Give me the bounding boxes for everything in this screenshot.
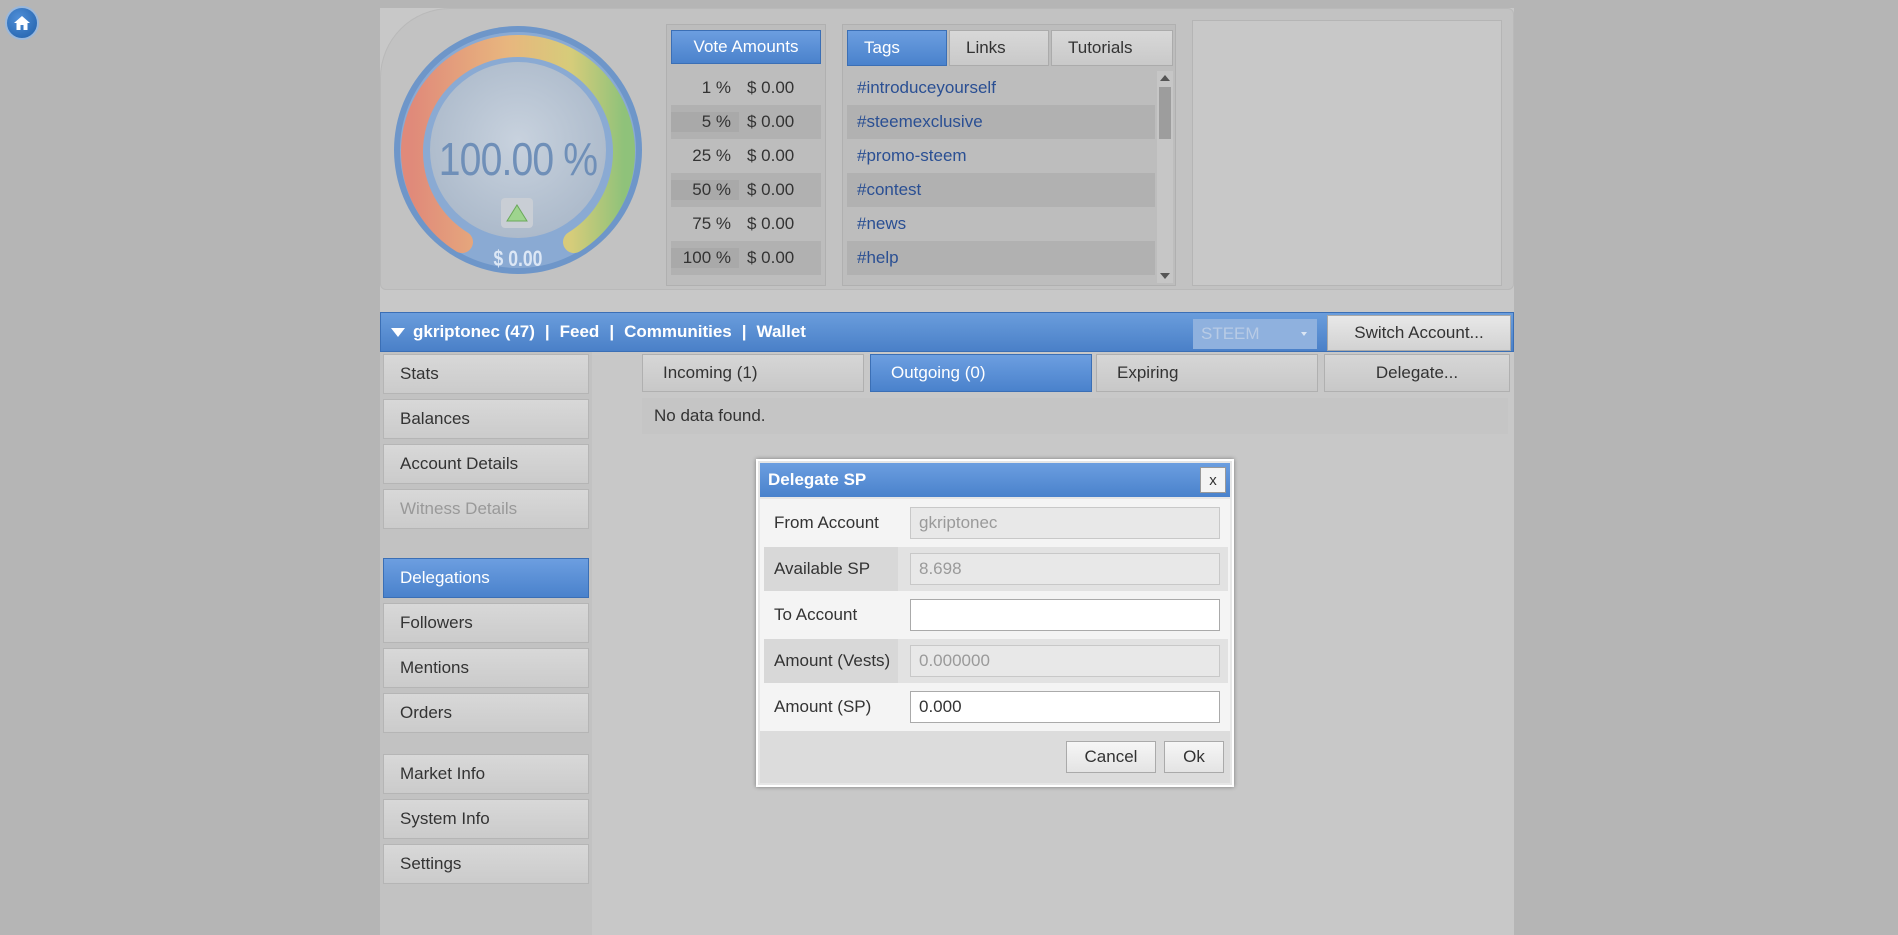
vote-percent: 5 % (671, 112, 739, 132)
home-button[interactable] (5, 6, 39, 40)
sidebar-item-delegations[interactable]: Delegations (383, 558, 589, 598)
vote-amount: $ 0.00 (747, 180, 795, 199)
preview-panel (1192, 20, 1502, 286)
sidebar: Stats Balances Account Details Witness D… (380, 352, 592, 935)
vote-amount-row: 50 % $ 0.00 (671, 173, 821, 207)
tag-link[interactable]: #contest (847, 173, 1155, 207)
amount-sp-row: Amount (SP) 0.000 (764, 685, 1228, 729)
sidebar-item-followers[interactable]: Followers (383, 603, 589, 643)
caret-down-icon[interactable] (391, 327, 405, 337)
sidebar-item-system-info[interactable]: System Info (383, 799, 589, 839)
available-sp-label: Available SP (764, 547, 898, 591)
vote-amounts-list: 1 % $ 0.00 5 % $ 0.00 25 % $ 0.00 50 % $ 0.0… (671, 71, 821, 275)
scroll-down-icon[interactable] (1160, 273, 1170, 279)
vote-amount-row: 75 % $ 0.00 (671, 207, 821, 241)
tag-list-scrollbar[interactable] (1157, 71, 1173, 283)
tag-link[interactable]: #news (847, 207, 1155, 241)
tab-expiring[interactable]: Expiring (1096, 354, 1318, 392)
vote-up-button[interactable] (501, 198, 533, 228)
chevron-down-icon (1301, 332, 1307, 336)
tag-link[interactable]: #promo-steem (847, 139, 1155, 173)
vote-percent: 75 % (692, 214, 731, 233)
tab-tags[interactable]: Tags (847, 30, 947, 66)
dialog-footer: Cancel Ok (760, 731, 1230, 783)
amount-sp-input[interactable]: 0.000 (910, 691, 1220, 723)
tag-link[interactable]: #help (847, 241, 1155, 275)
dialog-body: From Account gkriptonec Available SP 8.6… (760, 499, 1230, 731)
home-icon (14, 16, 30, 30)
tab-incoming[interactable]: Incoming (1) (642, 354, 864, 392)
vote-amounts-panel: Vote Amounts 1 % $ 0.00 5 % $ 0.00 25 % $ 0… (666, 24, 826, 286)
from-account-label: From Account (774, 513, 879, 532)
nav-account-link[interactable]: gkriptonec (47) (413, 322, 535, 342)
vote-value-dollars: $ 0.00 (493, 246, 543, 271)
top-panel: 100.00 % $ 0.00 Vote Amounts 1 % $ 0.00 5… (380, 8, 1514, 290)
nav-separator: | (609, 322, 615, 341)
delegate-sp-dialog: Delegate SP x From Account gkriptonec Av… (756, 459, 1234, 787)
sidebar-item-balances[interactable]: Balances (383, 399, 589, 439)
nav-wallet-link[interactable]: Wallet (757, 322, 806, 342)
tag-link[interactable]: #introduceyourself (847, 71, 1155, 105)
vote-percent: 1 % (701, 78, 731, 97)
vote-amount-row: 1 % $ 0.00 (671, 71, 821, 105)
sidebar-item-mentions[interactable]: Mentions (383, 648, 589, 688)
delegate-button[interactable]: Delegate... (1324, 354, 1510, 392)
available-sp-row: Available SP 8.698 (764, 547, 1228, 591)
account-nav-bar: gkriptonec (47) | Feed | Communities | W… (380, 312, 1514, 352)
voting-power-value: 100.00 % (438, 133, 598, 185)
triangle-up-icon (506, 204, 528, 222)
sidebar-item-market-info[interactable]: Market Info (383, 754, 589, 794)
vote-amount-row: 25 % $ 0.00 (671, 139, 821, 173)
sidebar-item-settings[interactable]: Settings (383, 844, 589, 884)
switch-account-button[interactable]: Switch Account... (1327, 315, 1511, 351)
amount-sp-label: Amount (SP) (774, 697, 872, 716)
tab-tutorials[interactable]: Tutorials (1051, 30, 1173, 66)
vote-percent: 50 % (671, 180, 739, 200)
sidebar-item-account-details[interactable]: Account Details (383, 444, 589, 484)
nav-separator: | (741, 322, 747, 341)
vote-amount: $ 0.00 (747, 248, 795, 267)
tab-links[interactable]: Links (949, 30, 1049, 66)
scroll-up-icon[interactable] (1160, 75, 1170, 81)
available-sp-field: 8.698 (910, 553, 1220, 585)
vote-amount: $ 0.00 (747, 112, 795, 131)
scroll-thumb[interactable] (1159, 87, 1171, 139)
nav-separator: | (544, 322, 550, 341)
sidebar-item-stats[interactable]: Stats (383, 354, 589, 394)
vote-amount-row: 5 % $ 0.00 (671, 105, 821, 139)
amount-vests-field: 0.000000 (910, 645, 1220, 677)
tag-link[interactable]: #steemexclusive (847, 105, 1155, 139)
ok-button[interactable]: Ok (1164, 741, 1224, 773)
coin-select-value: STEEM (1201, 324, 1260, 343)
from-account-row: From Account gkriptonec (764, 501, 1228, 545)
vote-percent: 100 % (671, 248, 739, 268)
vote-percent: 25 % (692, 146, 731, 165)
sidebar-item-orders[interactable]: Orders (383, 693, 589, 733)
cancel-button[interactable]: Cancel (1066, 741, 1156, 773)
vote-amounts-header[interactable]: Vote Amounts (671, 30, 821, 64)
to-account-input[interactable] (910, 599, 1220, 631)
tag-list: #introduceyourself #steemexclusive #prom… (847, 71, 1155, 283)
vote-amount: $ 0.00 (747, 214, 795, 233)
vote-amount: $ 0.00 (747, 78, 795, 97)
from-account-field: gkriptonec (910, 507, 1220, 539)
to-account-label: To Account (774, 605, 858, 624)
nav-feed-link[interactable]: Feed (560, 322, 600, 342)
vote-amount: $ 0.00 (747, 146, 795, 165)
nav-communities-link[interactable]: Communities (624, 322, 732, 342)
amount-vests-row: Amount (Vests) 0.000000 (764, 639, 1228, 683)
dialog-title-bar[interactable]: Delegate SP x (760, 463, 1230, 497)
vote-amount-row: 100 % $ 0.00 (671, 241, 821, 275)
close-button[interactable]: x (1200, 467, 1226, 493)
tab-outgoing[interactable]: Outgoing (0) (870, 354, 1092, 392)
amount-vests-label: Amount (Vests) (764, 639, 898, 683)
tags-panel: Tags Links Tutorials #introduceyourself … (842, 24, 1176, 286)
dialog-title: Delegate SP (768, 470, 867, 489)
no-data-message: No data found. (642, 398, 1508, 434)
sidebar-item-witness-details[interactable]: Witness Details (383, 489, 589, 529)
voting-power-gauge: 100.00 % $ 0.00 (392, 24, 644, 276)
to-account-row: To Account (764, 593, 1228, 637)
coin-select[interactable]: STEEM (1193, 319, 1317, 349)
